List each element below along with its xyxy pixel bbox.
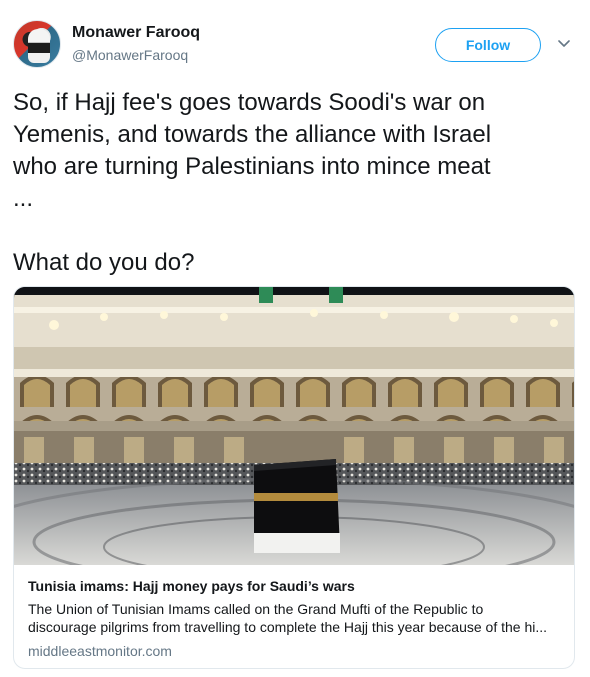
kaaba-photo-icon	[14, 287, 574, 565]
card-description: The Union of Tunisian Imams called on th…	[28, 600, 558, 636]
card-description-line: The Union of Tunisian Imams called on th…	[28, 601, 484, 617]
author-handle[interactable]: @MonawerFarooq	[72, 47, 188, 63]
follow-button[interactable]: Follow	[435, 28, 541, 62]
chevron-down-icon[interactable]	[558, 38, 570, 50]
card-description-line: discourage pilgrims from travelling to c…	[28, 619, 548, 635]
avatar[interactable]	[13, 20, 61, 68]
author-name[interactable]: Monawer Farooq	[72, 24, 200, 42]
card-image[interactable]	[14, 287, 574, 565]
card-title[interactable]: Tunisia imams: Hajj money pays for Saudi…	[28, 577, 560, 595]
card-domain[interactable]: middleeastmonitor.com	[28, 642, 560, 660]
dog-avatar-image	[28, 29, 50, 63]
tweet-text: So, if Hajj fee's goes towards Soodi's w…	[13, 89, 492, 276]
link-card[interactable]: Tunisia imams: Hajj money pays for Saudi…	[13, 286, 575, 669]
